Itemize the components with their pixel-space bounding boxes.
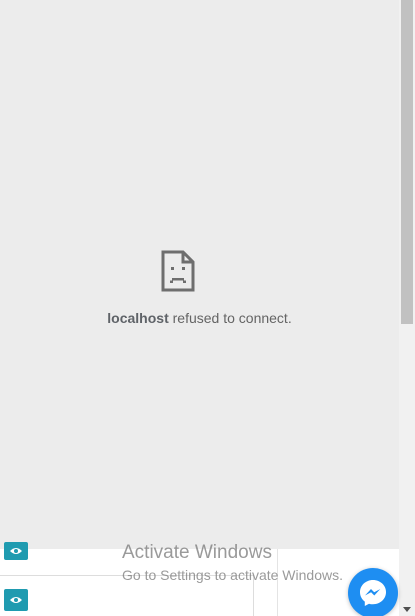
panel-divider — [277, 549, 278, 616]
table-row-divider — [0, 575, 254, 576]
vertical-scrollbar[interactable] — [399, 0, 415, 616]
page: localhost refused to connect. Activate W… — [0, 0, 415, 616]
table-column-divider — [253, 575, 254, 616]
error-message-text: refused to connect. — [168, 310, 292, 326]
messenger-chat-button[interactable] — [348, 568, 398, 616]
view-button[interactable] — [4, 542, 28, 560]
error-message: localhost refused to connect. — [0, 310, 399, 326]
embedded-frame-error: localhost refused to connect. — [0, 0, 399, 549]
scrollbar-thumb[interactable] — [401, 0, 413, 324]
scroll-down-arrow-icon[interactable] — [399, 602, 415, 616]
sad-page-icon — [161, 250, 195, 292]
view-button[interactable] — [4, 589, 28, 611]
messenger-icon — [360, 580, 386, 606]
eye-icon — [10, 548, 22, 554]
error-host: localhost — [107, 310, 169, 326]
page-bottom-area — [0, 542, 399, 616]
eye-icon — [10, 597, 22, 603]
